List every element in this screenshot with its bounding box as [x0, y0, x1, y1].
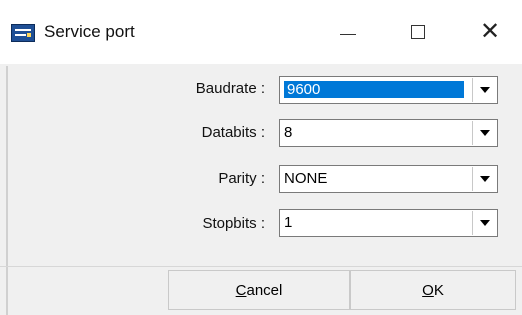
stopbits-select[interactable]: 1	[279, 209, 498, 237]
databits-label: Databits :	[201, 124, 265, 141]
chevron-down-icon	[479, 130, 490, 136]
stopbits-dropdown-button[interactable]	[472, 211, 496, 235]
cancel-label-rest: ancel	[246, 281, 283, 299]
ok-button[interactable]: OK	[350, 270, 516, 310]
left-edge-divider	[6, 66, 8, 315]
button-bar-divider	[0, 266, 522, 267]
stopbits-label: Stopbits :	[202, 215, 265, 232]
service-port-dialog: Service port ✕ Baudrate : 9600 Databits …	[0, 0, 522, 315]
parity-value: NONE	[284, 170, 328, 187]
close-button[interactable]: ✕	[462, 0, 518, 64]
parity-select[interactable]: NONE	[279, 165, 498, 193]
chevron-down-icon	[479, 87, 490, 93]
chevron-down-icon	[479, 176, 490, 182]
databits-dropdown-button[interactable]	[472, 121, 496, 145]
maximize-icon	[411, 25, 425, 39]
close-icon: ✕	[479, 18, 501, 45]
maximize-button[interactable]	[390, 0, 446, 64]
parity-dropdown-button[interactable]	[472, 167, 496, 191]
ok-mnemonic: O	[422, 281, 434, 299]
baudrate-dropdown-button[interactable]	[472, 78, 496, 102]
baudrate-label: Baudrate :	[195, 80, 265, 97]
parity-label: Parity :	[218, 170, 265, 187]
stopbits-value: 1	[284, 214, 293, 231]
baudrate-select[interactable]: 9600	[279, 76, 498, 104]
app-icon	[11, 24, 35, 42]
window-title: Service port	[44, 22, 135, 41]
chevron-down-icon	[479, 220, 490, 226]
minimize-button[interactable]	[320, 0, 376, 64]
cancel-mnemonic: C	[235, 281, 247, 299]
minimize-icon	[340, 33, 356, 35]
databits-select[interactable]: 8	[279, 119, 498, 147]
ok-label-rest: K	[433, 281, 444, 299]
databits-value: 8	[284, 124, 293, 141]
title-bar[interactable]: Service port ✕	[0, 0, 522, 64]
baudrate-value: 9600	[284, 81, 464, 98]
cancel-button[interactable]: Cancel	[168, 270, 350, 310]
